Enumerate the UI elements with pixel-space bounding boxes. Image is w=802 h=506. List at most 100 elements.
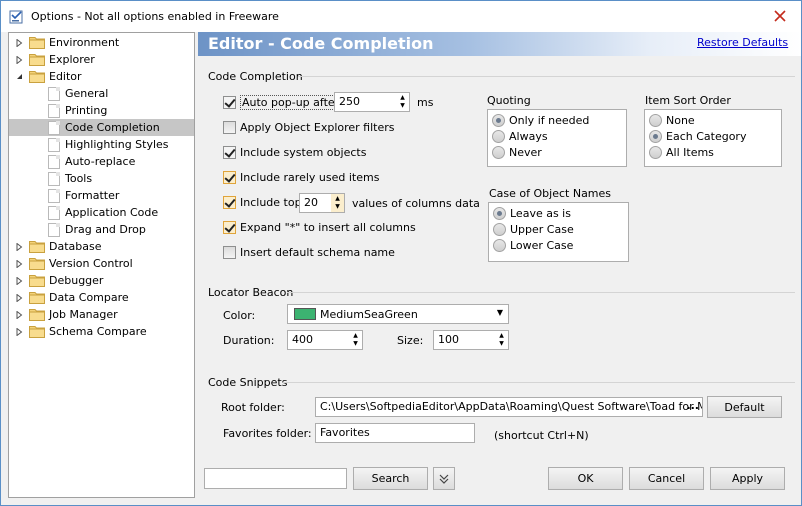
tree-item-label: Formatter	[65, 189, 120, 202]
cancel-button[interactable]: Cancel	[629, 467, 704, 490]
root-folder-input[interactable]: C:\Users\SoftpediaEditor\AppData\Roaming…	[315, 397, 703, 417]
quoting-label: Quoting	[487, 94, 531, 107]
auto-popup-label: Auto pop-up after	[240, 95, 342, 110]
page-icon	[48, 86, 60, 101]
expand-arrow-icon[interactable]	[15, 293, 24, 302]
sort-radio-none[interactable]: None	[649, 114, 695, 127]
tree-item-auto-replace[interactable]: Auto-replace	[48, 153, 135, 170]
radio-label: None	[666, 114, 695, 127]
search-input[interactable]	[204, 468, 347, 489]
duration-value: 400	[292, 333, 313, 346]
app-icon	[9, 10, 23, 24]
radio-indicator	[492, 130, 505, 143]
include-system-checkbox[interactable]: Include system objects	[223, 146, 366, 159]
search-button[interactable]: Search	[353, 467, 428, 490]
tree-item-environment[interactable]: Environment	[15, 34, 119, 51]
tree-item-general[interactable]: General	[48, 85, 108, 102]
tree-item-debugger[interactable]: Debugger	[15, 272, 103, 289]
search-options-button[interactable]	[433, 467, 455, 490]
duration-spinner[interactable]: ▲ ▼	[349, 331, 362, 349]
quoting-radio-only-if-needed[interactable]: Only if needed	[492, 114, 589, 127]
tree-item-editor[interactable]: Editor	[15, 68, 82, 85]
include-top-checkbox[interactable]: Include top	[223, 196, 302, 209]
tree-item-explorer[interactable]: Explorer	[15, 51, 95, 68]
tree-item-drag-and-drop[interactable]: Drag and Drop	[48, 221, 146, 238]
tree-item-application-code[interactable]: Application Code	[48, 204, 158, 221]
tree-item-printing[interactable]: Printing	[48, 102, 107, 119]
duration-input[interactable]: 400 ▲ ▼	[287, 330, 363, 350]
tree-item-highlighting-styles[interactable]: Highlighting Styles	[48, 136, 169, 153]
tree-item-code-completion[interactable]: Code Completion	[9, 119, 194, 136]
page-title: Editor - Code Completion	[208, 34, 434, 53]
tree-item-database[interactable]: Database	[15, 238, 102, 255]
include-top-label: Include top	[240, 196, 302, 209]
folder-icon	[29, 36, 45, 49]
tree-item-version-control[interactable]: Version Control	[15, 255, 133, 272]
size-input[interactable]: 100 ▲ ▼	[433, 330, 509, 350]
case-radio-upper-case[interactable]: Upper Case	[493, 223, 574, 236]
radio-indicator	[649, 114, 662, 127]
expand-arrow-icon[interactable]	[15, 310, 24, 319]
tree-item-tools[interactable]: Tools	[48, 170, 92, 187]
sort-radio-each-category[interactable]: Each Category	[649, 130, 746, 143]
include-rarely-checkbox[interactable]: Include rarely used items	[223, 171, 379, 184]
expand-arrow-icon[interactable]	[15, 55, 24, 64]
tree-item-formatter[interactable]: Formatter	[48, 187, 119, 204]
tree-item-job-manager[interactable]: Job Manager	[15, 306, 118, 323]
ok-button[interactable]: OK	[548, 467, 623, 490]
tree-item-label: General	[65, 87, 109, 100]
color-value: MediumSeaGreen	[320, 307, 418, 321]
restore-defaults-link[interactable]: Restore Defaults	[697, 36, 788, 49]
auto-popup-value: 250	[339, 95, 360, 108]
folder-icon	[29, 53, 45, 66]
options-window: Options - Not all options enabled in Fre…	[0, 0, 802, 506]
double-chevron-down-icon	[439, 474, 449, 484]
favorites-folder-input[interactable]: Favorites	[315, 423, 475, 443]
auto-popup-unit: ms	[417, 96, 434, 109]
radio-label: Lower Case	[510, 239, 574, 252]
expand-arrow-icon[interactable]	[15, 327, 24, 336]
apply-filters-checkbox[interactable]: Apply Object Explorer filters	[223, 121, 395, 134]
tree-item-schema-compare[interactable]: Schema Compare	[15, 323, 147, 340]
apply-button[interactable]: Apply	[710, 467, 785, 490]
expand-arrow-icon[interactable]	[15, 38, 24, 47]
radio-label: Only if needed	[509, 114, 590, 127]
expand-arrow-icon[interactable]	[15, 259, 24, 268]
sort-radio-all-items[interactable]: All Items	[649, 146, 714, 159]
case-radio-lower-case[interactable]: Lower Case	[493, 239, 573, 252]
locator-divider	[287, 292, 795, 293]
radio-label: All Items	[666, 146, 714, 159]
include-top-input[interactable]: 20 ▲ ▼	[299, 193, 345, 213]
tree-item-label: Environment	[49, 36, 120, 49]
close-button[interactable]	[758, 2, 801, 30]
insert-schema-label: Insert default schema name	[240, 246, 395, 259]
spin-up-icon: ▲	[353, 332, 358, 339]
color-swatch	[294, 308, 316, 320]
size-spinner[interactable]: ▲ ▼	[495, 331, 508, 349]
browse-button[interactable]: ...	[686, 399, 699, 412]
include-top-spinner[interactable]: ▲ ▼	[331, 194, 344, 212]
auto-popup-spinner[interactable]: ▲ ▼	[396, 93, 409, 111]
spin-down-icon: ▼	[335, 203, 340, 210]
case-radio-leave-as-is[interactable]: Leave as is	[493, 207, 571, 220]
auto-popup-input[interactable]: 250 ▲ ▼	[334, 92, 410, 112]
color-select[interactable]: MediumSeaGreen ▼	[287, 304, 509, 324]
root-folder-label: Root folder:	[221, 401, 285, 414]
auto-popup-checkbox[interactable]: Auto pop-up after	[223, 95, 342, 110]
code-completion-divider	[298, 76, 795, 77]
radio-indicator	[649, 146, 662, 159]
default-button[interactable]: Default	[707, 396, 782, 418]
quoting-radio-never[interactable]: Never	[492, 146, 542, 159]
expand-arrow-icon[interactable]	[15, 276, 24, 285]
options-tree[interactable]: Environment Explorer Editor General Printing…	[8, 32, 195, 498]
insert-schema-checkbox[interactable]: Insert default schema name	[223, 246, 395, 259]
quoting-radio-always[interactable]: Always	[492, 130, 548, 143]
expand-arrow-icon[interactable]	[15, 242, 24, 251]
tree-item-label: Debugger	[49, 274, 104, 287]
favorites-folder-label: Favorites folder:	[223, 427, 312, 440]
spin-up-icon: ▲	[335, 195, 340, 202]
spin-up-icon: ▲	[400, 94, 405, 101]
expand-star-checkbox[interactable]: Expand "*" to insert all columns	[223, 221, 416, 234]
expand-arrow-open-icon[interactable]	[15, 72, 24, 81]
tree-item-data-compare[interactable]: Data Compare	[15, 289, 129, 306]
